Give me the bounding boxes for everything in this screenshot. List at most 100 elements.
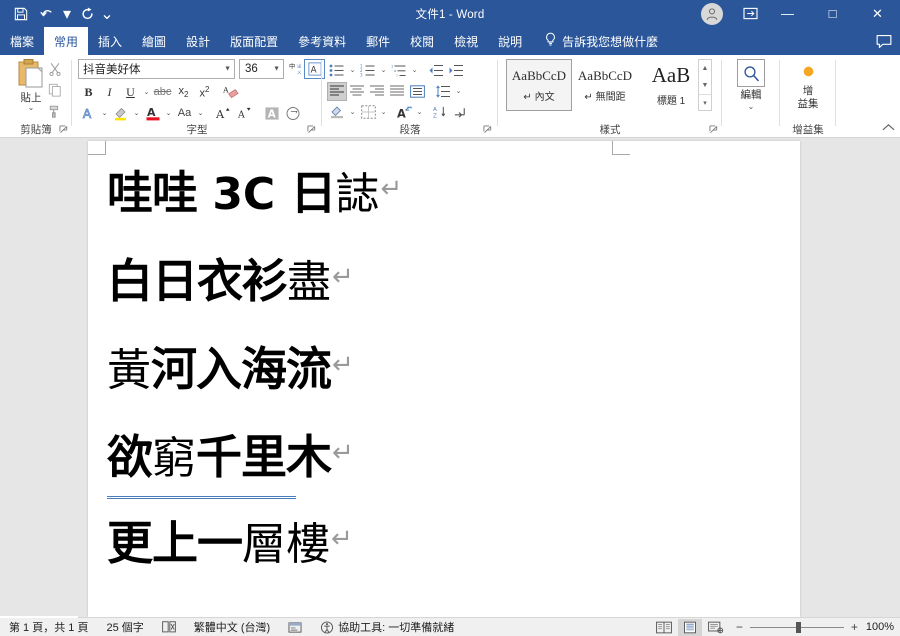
tab-design[interactable]: 設計 [176,27,220,55]
zoom-in-button[interactable]: + [851,620,858,634]
text-effects-dropdown-icon[interactable]: ⌄ [99,103,110,123]
tab-draw[interactable]: 繪圖 [132,27,176,55]
align-center-icon[interactable] [347,82,367,101]
sort-icon[interactable]: AZ [430,103,450,122]
more-styles-icon[interactable]: ▾ [699,94,711,110]
zoom-out-button[interactable]: − [736,620,743,634]
user-avatar-icon[interactable] [701,2,723,25]
character-shading-icon[interactable]: A [261,103,282,123]
editing-button[interactable]: 編輯 ⌄ [727,59,775,111]
grow-font-icon[interactable]: A [213,103,234,123]
multilevel-dropdown-icon[interactable]: ⌄ [409,60,420,80]
asian-layout-icon[interactable]: A [394,103,414,122]
font-name-input[interactable]: 抖音美好体 ▼ [78,59,235,79]
text-effects-icon[interactable]: A [78,103,99,123]
addins-button[interactable]: 增 益集 [784,59,832,111]
numbering-dropdown-icon[interactable]: ⌄ [378,60,389,80]
document-line-2[interactable]: 白日衣衫盡↵ [107,258,354,305]
undo-dropdown-icon[interactable]: ▾ [60,3,74,25]
language-indicator[interactable]: 繁體中文 (台灣) [185,619,279,635]
cut-button[interactable] [44,59,66,79]
document-line-1[interactable]: 哇哇 3C 日誌↵ [107,170,402,217]
bullet-list-icon[interactable] [327,61,347,80]
bullets-dropdown-icon[interactable]: ⌄ [347,60,358,80]
tab-help[interactable]: 說明 [488,27,532,55]
track-changes-icon[interactable] [279,621,311,634]
font-dialog-launcher[interactable] [307,125,316,136]
justify-icon[interactable] [387,82,407,101]
document-canvas[interactable]: 哇哇 3C 日誌↵ 白日衣衫盡↵ 黃河入海流↵ 欲窮千里木↵ 更上一層樓↵ [0,138,900,617]
web-layout-icon[interactable] [704,619,728,636]
paragraph-dialog-launcher[interactable] [483,125,492,136]
tab-home[interactable]: 常用 [44,27,89,55]
highlight-dropdown-icon[interactable]: ⌄ [131,103,142,123]
font-color-dropdown-icon[interactable]: ⌄ [163,103,174,123]
align-right-icon[interactable] [367,82,387,101]
zoom-slider-thumb[interactable] [795,621,801,633]
copy-button[interactable] [44,80,66,100]
font-name-dropdown-icon[interactable]: ▼ [224,66,231,73]
shrink-font-icon[interactable]: A [234,103,255,123]
subscript-icon[interactable]: x2 [173,82,194,102]
chevron-down-icon[interactable]: ▼ [699,77,711,93]
save-icon[interactable] [8,3,34,25]
customize-qat-icon[interactable]: ⌄ [100,3,114,25]
align-left-icon[interactable] [327,81,347,101]
maximize-button[interactable]: □ [810,0,855,27]
editing-dropdown-icon[interactable]: ⌄ [748,102,755,111]
ribbon-display-options-icon[interactable] [735,0,765,27]
font-color-icon[interactable]: A [142,103,163,123]
print-layout-icon[interactable] [677,618,702,636]
styles-dialog-launcher[interactable] [709,125,718,136]
paragraph-shading-icon[interactable] [327,103,347,122]
clipboard-dialog-launcher[interactable] [59,125,68,136]
word-count[interactable]: 25 個字 [97,619,152,635]
tab-file[interactable]: 檔案 [0,27,44,55]
borders-icon[interactable] [358,103,378,122]
style-heading-1[interactable]: AaB 標題 1 [638,59,704,111]
tell-me-box[interactable]: 告訴我您想做什麼 [532,27,658,55]
show-formatting-marks-icon[interactable] [450,103,470,122]
numbered-list-icon[interactable]: 123 [358,61,378,80]
enclose-character-icon[interactable]: 乛 [282,103,303,123]
tab-view[interactable]: 檢視 [444,27,488,55]
line-spacing-dropdown-icon[interactable]: ⌄ [453,81,464,101]
asian-layout-dropdown-icon[interactable]: ⌄ [414,102,425,122]
close-button[interactable]: ✕ [855,0,900,27]
superscript-icon[interactable]: x2 [194,82,215,102]
tab-layout[interactable]: 版面配置 [220,27,288,55]
page-info[interactable]: 第 1 頁，共 1 頁 [0,619,97,635]
document-line-5[interactable]: 更上一層樓↵ [107,520,353,567]
borders-dropdown-icon[interactable]: ⌄ [378,102,389,122]
underline-button[interactable]: U [120,82,141,102]
undo-icon[interactable] [34,3,60,25]
increase-indent-icon[interactable] [446,61,466,80]
chevron-up-icon[interactable]: ▲ [699,60,711,76]
proofing-errors-icon[interactable] [153,621,185,633]
shading-dropdown-icon[interactable]: ⌄ [347,102,358,122]
change-case-dropdown-icon[interactable]: ⌄ [195,103,206,123]
paste-dropdown-icon[interactable]: ⌄ [28,104,35,112]
format-painter-button[interactable] [44,101,66,121]
style-body[interactable]: AaBbCcD ↵ 內文 [506,59,572,111]
zoom-slider[interactable] [749,621,844,633]
clear-formatting-icon[interactable]: A [221,82,242,102]
strikethrough-icon[interactable]: abc [152,82,173,102]
comment-icon[interactable] [876,27,892,55]
text-highlight-icon[interactable] [110,103,131,123]
accessibility-status[interactable]: 協助工具: 一切準備就緒 [311,619,463,635]
styles-scrollbar[interactable]: ▲ ▼ ▾ [698,59,712,111]
line-spacing-icon[interactable] [433,82,453,101]
font-size-input[interactable]: 36 ▼ [239,59,284,79]
multilevel-list-icon[interactable]: 1ai [389,61,409,80]
collapse-ribbon-icon[interactable] [882,123,895,135]
zoom-level[interactable]: 100% [866,621,894,633]
change-case-icon[interactable]: Aa [174,103,195,123]
style-no-spacing[interactable]: AaBbCcD ↵ 無間距 [572,59,638,111]
underline-dropdown-icon[interactable]: ⌄ [141,82,152,102]
italic-button[interactable]: I [99,82,120,102]
tab-mailings[interactable]: 郵件 [356,27,400,55]
font-size-dropdown-icon[interactable]: ▼ [273,66,280,73]
tab-references[interactable]: 參考資料 [288,27,356,55]
minimize-button[interactable]: — [765,0,810,27]
